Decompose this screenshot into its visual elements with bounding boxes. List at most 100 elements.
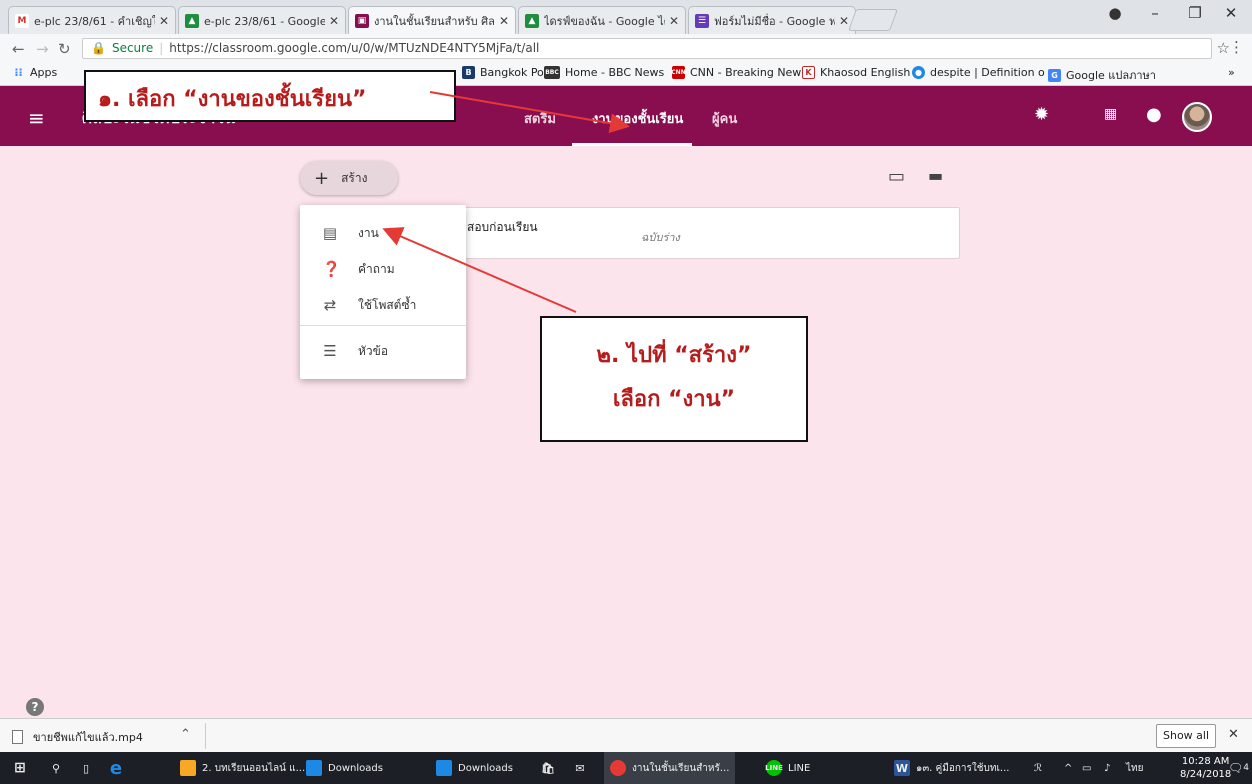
lock-icon: 🔒 — [91, 41, 106, 55]
close-icon[interactable]: ✕ — [839, 14, 849, 28]
bookmark-despite[interactable]: ● despite | Definition o — [912, 66, 1045, 79]
tray-chevron-icon[interactable]: ^ — [1064, 752, 1072, 784]
bookmark-label: Home - BBC News — [565, 66, 665, 79]
bookmark-khaosod[interactable]: K Khaosod English — [802, 66, 910, 79]
taskbar-item-chrome[interactable]: งานในชั้นเรียนสำหรั... — [604, 752, 736, 784]
menu-item-label: งาน — [358, 225, 379, 240]
profile-icon[interactable]: ● — [1100, 4, 1130, 22]
menu-item-label: หัวข้อ — [358, 343, 389, 358]
notifications-icon[interactable]: ● — [1146, 104, 1162, 125]
browser-tab-gmail[interactable]: M e-plc 23/8/61 - คำเชิญให้ ✕ — [8, 6, 176, 34]
annotation-text: ๑. เลือก “งานของชั้นเรียน” — [98, 87, 367, 112]
browser-tab-classroom[interactable]: ▣ งานในชั้นเรียนสำหรับ ศิลปะใน ✕ — [348, 6, 516, 34]
close-icon[interactable]: ✕ — [329, 14, 339, 28]
annotation-step-2: ๒. ไปที่ “สร้าง” เลือก “งาน” — [540, 316, 808, 442]
bookmark-cnn[interactable]: CNN CNN - Breaking New — [671, 66, 802, 79]
window-close-icon[interactable]: ✕ — [1216, 4, 1246, 22]
settings-icon[interactable]: ✹ — [1034, 104, 1049, 125]
store-button[interactable]: 🛍 — [540, 752, 562, 784]
mail-button[interactable]: ✉ — [572, 752, 594, 784]
downloads-folder-icon — [436, 760, 452, 776]
clock[interactable]: 10:28 AM 8/24/2018 — [1180, 755, 1231, 781]
chevron-up-icon[interactable]: ⌃ — [180, 727, 191, 742]
taskbar-item-line[interactable]: LINE LINE — [765, 752, 811, 784]
downloads-folder-icon — [306, 760, 322, 776]
reload-icon[interactable]: ↻ — [58, 40, 71, 58]
language-indicator[interactable]: ไทย — [1126, 752, 1143, 784]
word-icon: W — [894, 760, 910, 776]
show-all-button[interactable]: Show all — [1156, 724, 1216, 748]
menu-item-topic[interactable]: ☰ หัวข้อ — [300, 333, 466, 369]
tab-title: งานในชั้นเรียนสำหรับ ศิลปะใน — [374, 14, 495, 28]
download-filename: ขายชีพแก้ไขแล้ว.mp4 — [33, 731, 143, 744]
browser-tab-drive-file[interactable]: ▲ e-plc 23/8/61 - Google ไ ✕ — [178, 6, 346, 34]
start-button[interactable]: ⊞ — [12, 752, 34, 784]
close-icon[interactable]: ✕ — [499, 14, 509, 28]
taskbar-item-folder[interactable]: 2. บทเรียนออนไลน์ แ... — [180, 752, 305, 784]
menu-item-label: ใช้โพสต์ซ้ำ — [358, 297, 417, 312]
apps-grid-icon[interactable]: ▦ — [1104, 106, 1117, 122]
chrome-icon — [610, 760, 626, 776]
download-item[interactable]: ขายชีพแก้ไขแล้ว.mp4 — [12, 728, 143, 746]
tab-classwork[interactable]: งานของชั้นเรียน — [592, 108, 683, 129]
close-download-bar-icon[interactable]: ✕ — [1228, 727, 1239, 742]
tab-title: ไดรฟ์ของฉัน - Google ไดรฟ — [544, 14, 665, 28]
url-divider: | — [159, 41, 164, 55]
menu-icon[interactable]: ≡ — [28, 106, 45, 130]
apps-grid-icon: ⁝⁝ — [14, 66, 23, 79]
mail-icon: ✉ — [575, 761, 585, 775]
minimize-icon[interactable]: – — [1140, 4, 1170, 22]
menu-item-question[interactable]: ❓ คำถาม — [300, 251, 466, 287]
taskbar-label: LINE — [788, 762, 811, 774]
menu-divider — [300, 325, 466, 326]
search-icon: ⚲ — [51, 761, 61, 775]
avatar[interactable] — [1182, 102, 1212, 132]
classroom-icon: ▣ — [355, 13, 369, 28]
line-icon: LINE — [765, 760, 783, 776]
bookmark-label: Apps — [30, 66, 58, 79]
bookmark-translate[interactable]: G Google แปลภาษา — [1048, 66, 1156, 84]
volume-icon[interactable]: ♪ — [1104, 752, 1110, 784]
plus-icon: + — [314, 167, 330, 189]
taskbar-item-downloads-2[interactable]: Downloads — [436, 752, 513, 784]
url-input[interactable]: 🔒 Secure | https://classroom.google.com/u/0… — [82, 38, 1212, 59]
forward-icon[interactable]: → — [36, 40, 49, 58]
browser-tab-my-drive[interactable]: ▲ ไดรฟ์ของฉัน - Google ไดรฟ ✕ — [518, 6, 686, 34]
search-button[interactable]: ⚲ — [48, 752, 70, 784]
clock-date: 8/24/2018 — [1180, 769, 1232, 780]
notifications-center-icon[interactable]: 🗨 4 — [1228, 752, 1249, 784]
bookmarks-overflow[interactable]: » — [1228, 66, 1235, 79]
repeat-icon: ⇄ — [323, 296, 337, 314]
taskbar-label: งานในชั้นเรียนสำหรั... — [632, 762, 730, 774]
browser-menu-icon[interactable]: ⋮ — [1229, 38, 1244, 56]
bookmark-label: CNN - Breaking New — [690, 66, 802, 79]
tab-stream[interactable]: สตรีม — [524, 108, 556, 129]
active-tab-indicator — [572, 143, 692, 146]
bookmark-bbc[interactable]: BBC Home - BBC News — [544, 66, 664, 79]
bookmark-label: Khaosod English — [820, 66, 911, 79]
close-icon[interactable]: ✕ — [159, 14, 169, 28]
bookmark-apps[interactable]: ⁝⁝ Apps — [12, 66, 57, 79]
help-icon[interactable]: ? — [26, 698, 44, 716]
tab-people[interactable]: ผู้คน — [712, 108, 737, 129]
create-button[interactable]: + สร้าง — [300, 161, 398, 195]
network-icon[interactable]: ▭ — [1082, 752, 1091, 784]
edge-button[interactable]: e — [108, 752, 130, 784]
people-icon[interactable]: ℛ — [1034, 752, 1042, 784]
back-icon[interactable]: ← — [12, 40, 25, 58]
calendar-icon[interactable]: ▭ — [888, 166, 905, 187]
annotation-text-line-1: ๒. ไปที่ “สร้าง” — [596, 343, 752, 368]
taskbar-item-word[interactable]: W ๑๓. คู่มือการใช้บทเ... — [894, 752, 1009, 784]
restore-icon[interactable]: ❐ — [1180, 4, 1210, 22]
task-view-button[interactable]: ▯ — [78, 752, 100, 784]
taskbar-item-downloads-1[interactable]: Downloads — [306, 752, 383, 784]
menu-item-reuse-post[interactable]: ⇄ ใช้โพสต์ซ้ำ — [300, 287, 466, 323]
new-tab-button[interactable] — [847, 9, 899, 31]
bookmark-star-icon[interactable]: ☆ — [1217, 39, 1230, 57]
bookmark-bangkok-post[interactable]: B Bangkok Post — [462, 66, 554, 79]
browser-tab-forms[interactable]: ☰ ฟอร์มไม่มีชื่อ - Google ฟอร์ ✕ — [688, 6, 856, 34]
browser-tab-strip: M e-plc 23/8/61 - คำเชิญให้ ✕ ▲ e-plc 23… — [0, 0, 1252, 34]
close-icon[interactable]: ✕ — [669, 14, 679, 28]
folder-icon[interactable]: ▬ — [928, 166, 943, 185]
menu-item-assignment[interactable]: ▤ งาน — [300, 215, 466, 251]
